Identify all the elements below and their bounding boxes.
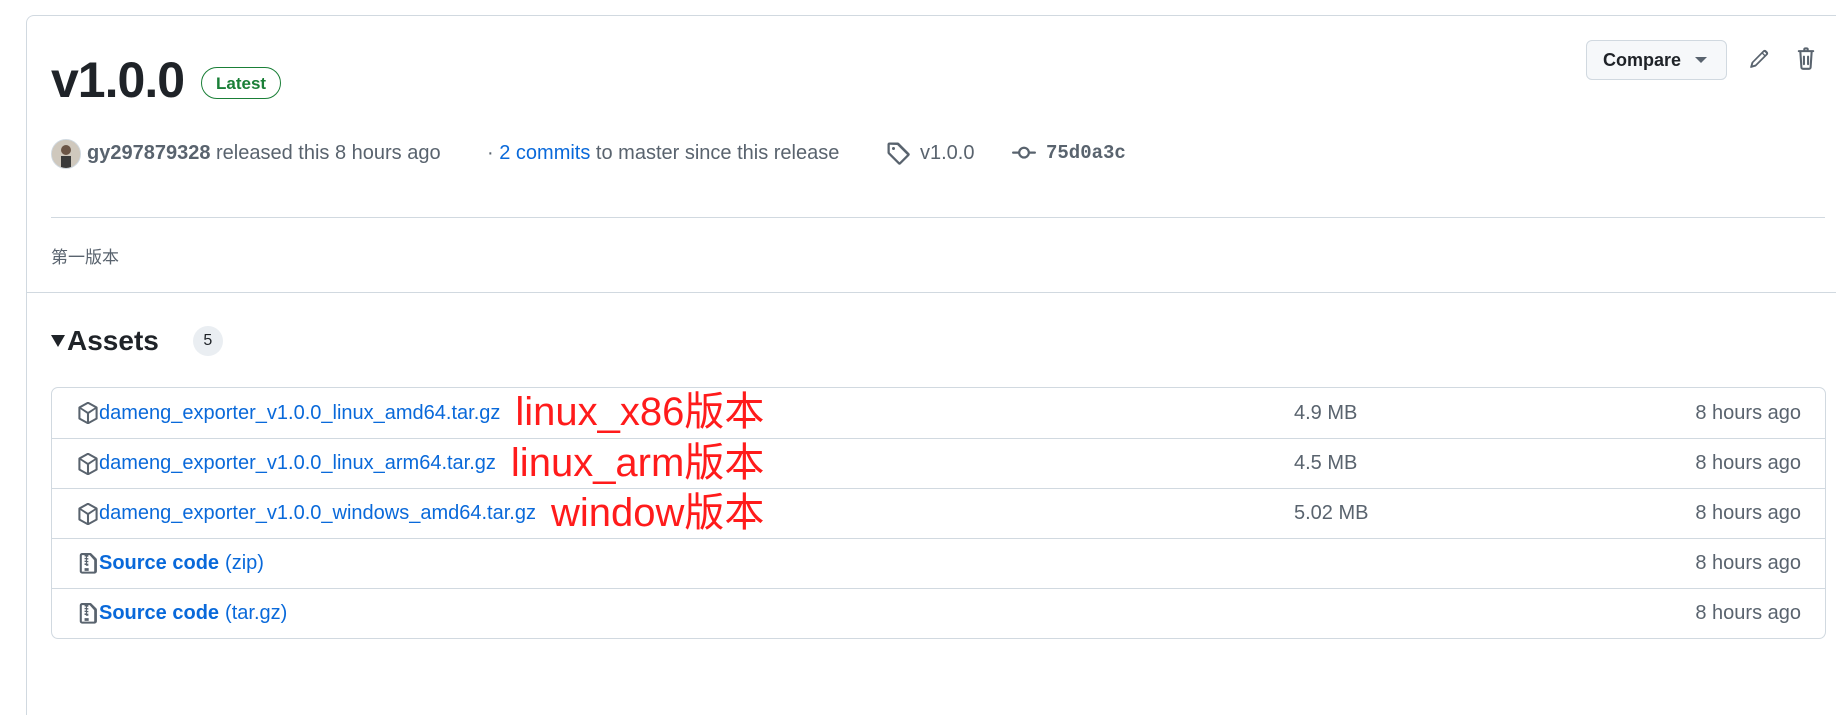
package-icon <box>77 402 99 424</box>
trash-icon <box>1795 47 1817 71</box>
divider <box>51 217 1825 218</box>
commit-link[interactable]: 75d0a3c <box>1012 140 1126 166</box>
assets-toggle[interactable]: Assets 5 <box>51 325 223 357</box>
asset-date: 8 hours ago <box>1695 401 1801 424</box>
git-commit-icon <box>1012 141 1036 165</box>
asset-row: Source code (zip) 8 hours ago <box>52 538 1825 588</box>
source-code-zip-link[interactable]: Source code (zip) <box>99 552 264 575</box>
file-zip-icon <box>77 552 99 575</box>
author-link[interactable]: gy297879328 <box>87 142 210 164</box>
triangle-down-icon <box>51 335 65 347</box>
asset-name-cell: dameng_exporter_v1.0.0_linux_arm64.tar.g… <box>77 439 764 488</box>
chevron-down-icon <box>1695 57 1708 63</box>
commits-info: · 2 commits to master since this release <box>487 140 839 166</box>
source-code-targz-link[interactable]: Source code (tar.gz) <box>99 602 287 625</box>
released-text: released this 8 hours ago <box>216 142 441 164</box>
asset-annotation: window版本 <box>550 490 765 535</box>
package-icon <box>77 502 99 525</box>
delete-button[interactable] <box>1791 44 1821 74</box>
tag-label: v1.0.0 <box>920 142 975 164</box>
asset-name-cell: dameng_exporter_v1.0.0_windows_amd64.tar… <box>77 489 764 538</box>
asset-row: dameng_exporter_v1.0.0_linux_amd64.tar.g… <box>52 388 1825 438</box>
asset-date: 8 hours ago <box>1695 602 1801 624</box>
compare-button[interactable]: Compare <box>1586 40 1727 80</box>
tag-link[interactable]: v1.0.0 <box>886 140 974 166</box>
compare-button-label: Compare <box>1603 49 1682 70</box>
edit-button[interactable] <box>1744 44 1774 74</box>
asset-date: 8 hours ago <box>1695 552 1801 574</box>
commits-suffix: to master since this release <box>595 142 840 164</box>
asset-download-link[interactable]: dameng_exporter_v1.0.0_linux_amd64.tar.g… <box>99 402 500 425</box>
asset-download-link[interactable]: dameng_exporter_v1.0.0_linux_arm64.tar.g… <box>99 452 496 475</box>
asset-size: 5.02 MB <box>1294 502 1369 524</box>
asset-date: 8 hours ago <box>1695 452 1801 474</box>
assets-count-badge: 5 <box>192 326 223 356</box>
asset-name-cell: Source code (zip) <box>77 539 264 588</box>
source-code-ext: (zip) <box>225 552 264 574</box>
commits-link[interactable]: 2 commits <box>499 142 590 164</box>
source-code-ext: (tar.gz) <box>225 602 288 624</box>
asset-size: 4.9 MB <box>1294 401 1358 424</box>
asset-row: Source code (tar.gz) 8 hours ago <box>52 588 1825 638</box>
asset-row: dameng_exporter_v1.0.0_windows_amd64.tar… <box>52 488 1825 538</box>
pencil-icon <box>1748 48 1770 70</box>
latest-badge: Latest <box>201 67 282 99</box>
asset-annotation: linux_arm版本 <box>510 440 765 485</box>
asset-date: 8 hours ago <box>1695 502 1801 524</box>
package-icon <box>77 452 99 475</box>
file-zip-icon <box>77 602 99 625</box>
source-code-label: Source code <box>99 602 220 624</box>
asset-download-link[interactable]: dameng_exporter_v1.0.0_windows_amd64.tar… <box>99 502 536 525</box>
commits-prefix: · <box>487 142 494 164</box>
asset-size: 4.5 MB <box>1294 452 1358 474</box>
asset-annotation: linux_x86版本 <box>515 390 765 434</box>
assets-list: dameng_exporter_v1.0.0_linux_amd64.tar.g… <box>51 387 1826 639</box>
divider <box>27 292 1836 293</box>
tag-icon <box>886 141 910 165</box>
commit-sha: 75d0a3c <box>1046 142 1126 164</box>
release-byline: gy297879328 released this 8 hours ago <box>87 140 441 166</box>
release-notes: 第一版本 <box>51 248 119 268</box>
assets-title: Assets <box>67 325 159 356</box>
avatar[interactable] <box>51 139 81 169</box>
asset-name-cell: Source code (tar.gz) <box>77 589 287 638</box>
asset-name-cell: dameng_exporter_v1.0.0_linux_amd64.tar.g… <box>77 388 764 438</box>
release-title[interactable]: v1.0.0 <box>51 50 185 110</box>
asset-row: dameng_exporter_v1.0.0_linux_arm64.tar.g… <box>52 438 1825 488</box>
source-code-label: Source code <box>99 552 220 574</box>
